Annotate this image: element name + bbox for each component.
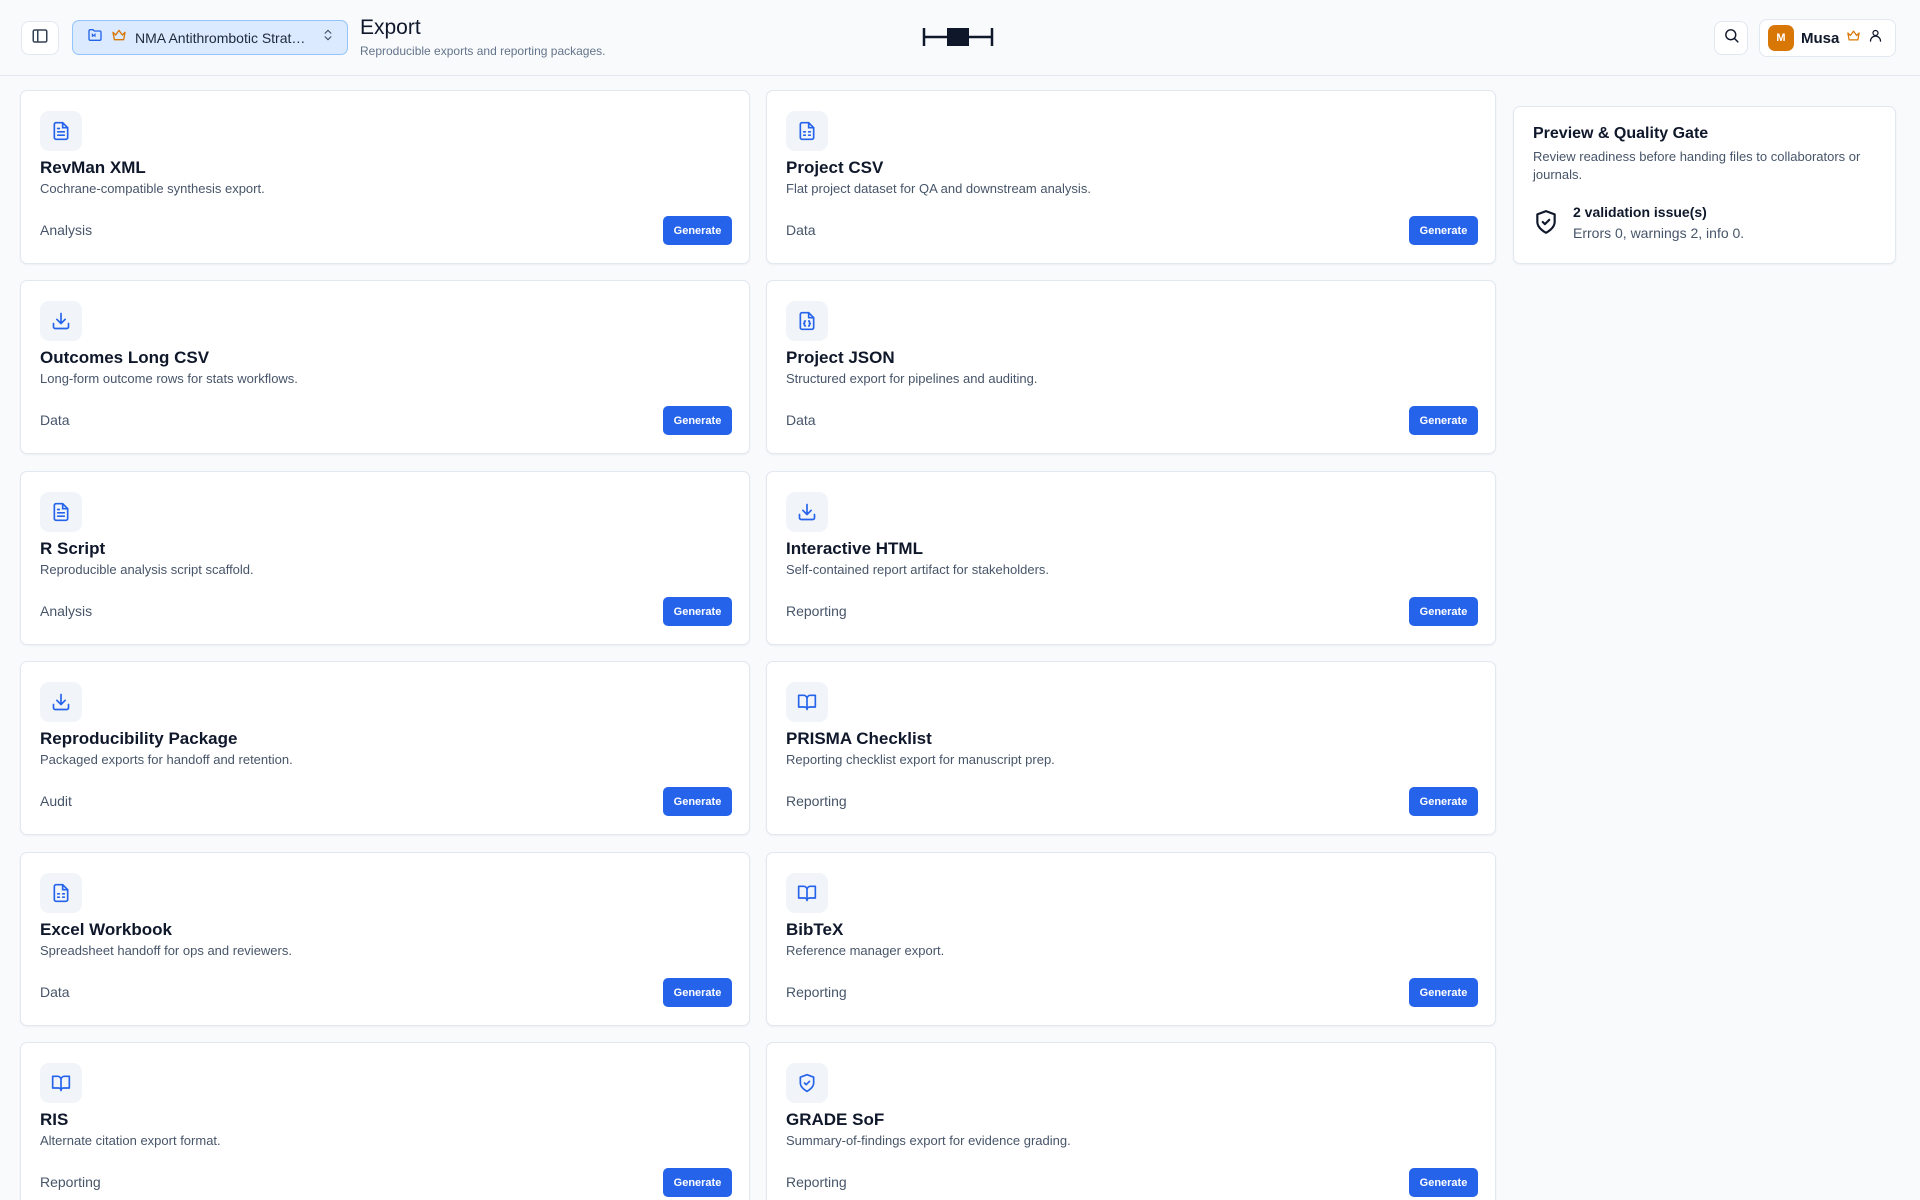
card-title: RIS: [40, 1110, 69, 1129]
generate-button[interactable]: Generate: [663, 406, 732, 435]
project-selector[interactable]: NMA Antithrombotic Strateg...: [72, 20, 348, 55]
card-category: Data: [40, 412, 70, 428]
validation-issues-count: 2 validation issue(s): [1573, 204, 1707, 220]
export-card-ris: RIS Alternate citation export format. Re…: [20, 1042, 750, 1200]
card-description: Summary-of-findings export for evidence …: [786, 1133, 1071, 1148]
page-heading: Export Reproducible exports and reportin…: [360, 16, 605, 58]
card-category: Audit: [40, 793, 72, 809]
generate-button[interactable]: Generate: [1409, 787, 1478, 816]
card-category: Reporting: [786, 1174, 847, 1190]
download-icon: [786, 492, 828, 532]
page-title: Export: [360, 16, 421, 39]
card-title: Excel Workbook: [40, 920, 172, 939]
card-title: Project CSV: [786, 158, 884, 177]
preview-quality-gate-panel: Preview & Quality Gate Review readiness …: [1513, 106, 1896, 264]
book-open-icon: [786, 873, 828, 913]
chevrons-up-down-icon: [321, 28, 335, 47]
export-card-outcomes-long-csv: Outcomes Long CSV Long-form outcome rows…: [20, 280, 750, 454]
export-card-r-script: R Script Reproducible analysis script sc…: [20, 471, 750, 645]
export-card-project-csv: Project CSV Flat project dataset for QA …: [766, 90, 1496, 264]
card-category: Reporting: [786, 984, 847, 1000]
card-title: Project JSON: [786, 348, 895, 367]
card-description: Reproducible analysis script scaffold.: [40, 562, 254, 577]
generate-button[interactable]: Generate: [1409, 597, 1478, 626]
user-name: Musa: [1801, 29, 1840, 47]
file-text-icon: [40, 111, 82, 151]
search-button[interactable]: [1714, 21, 1748, 55]
card-description: Reporting checklist export for manuscrip…: [786, 752, 1055, 767]
sidebar-toggle-button[interactable]: [21, 21, 59, 55]
card-title: PRISMA Checklist: [786, 729, 932, 748]
generate-button[interactable]: Generate: [1409, 406, 1478, 435]
card-title: Reproducibility Package: [40, 729, 238, 748]
card-category: Data: [786, 222, 816, 238]
generate-button[interactable]: Generate: [663, 1168, 732, 1197]
export-card-interactive-html: Interactive HTML Self-contained report a…: [766, 471, 1496, 645]
file-spreadsheet-icon: [786, 111, 828, 151]
generate-button[interactable]: Generate: [1409, 1168, 1478, 1197]
generate-button[interactable]: Generate: [663, 787, 732, 816]
project-name: NMA Antithrombotic Strateg...: [135, 29, 313, 46]
card-title: RevMan XML: [40, 158, 146, 177]
crown-icon: [1846, 28, 1861, 48]
generate-button[interactable]: Generate: [663, 216, 732, 245]
page-subtitle: Reproducible exports and reporting packa…: [360, 44, 606, 58]
card-category: Analysis: [40, 603, 93, 619]
card-title: BibTeX: [786, 920, 844, 939]
export-card-bibtex: BibTeX Reference manager export. Reporti…: [766, 852, 1496, 1026]
panel-title: Preview & Quality Gate: [1533, 125, 1709, 142]
card-title: GRADE SoF: [786, 1110, 885, 1129]
page-scrollbar[interactable]: [1905, 76, 1920, 1200]
panel-left-icon: [31, 27, 49, 50]
card-description: Alternate citation export format.: [40, 1133, 221, 1148]
card-category: Analysis: [40, 222, 93, 238]
export-card-project-json: Project JSON Structured export for pipel…: [766, 280, 1496, 454]
export-card-excel-workbook: Excel Workbook Spreadsheet handoff for o…: [20, 852, 750, 1026]
file-text-icon: [40, 492, 82, 532]
export-card-prisma-checklist: PRISMA Checklist Reporting checklist exp…: [766, 661, 1496, 835]
card-description: Structured export for pipelines and audi…: [786, 371, 1038, 386]
file-spreadsheet-icon: [40, 873, 82, 913]
card-description: Long-form outcome rows for stats workflo…: [40, 371, 298, 386]
shield-check-icon: [786, 1063, 828, 1103]
card-description: Cochrane-compatible synthesis export.: [40, 181, 265, 196]
validation-issues-detail: Errors 0, warnings 2, info 0.: [1573, 225, 1745, 241]
top-bar: NMA Antithrombotic Strateg... Export Rep…: [0, 0, 1920, 76]
card-category: Data: [40, 984, 70, 1000]
card-category: Data: [786, 412, 816, 428]
file-json-icon: [786, 301, 828, 341]
card-description: Spreadsheet handoff for ops and reviewer…: [40, 943, 292, 958]
shield-check-icon: [1533, 209, 1559, 240]
card-title: R Script: [40, 539, 106, 558]
book-open-icon: [40, 1063, 82, 1103]
generate-button[interactable]: Generate: [1409, 216, 1478, 245]
app-logo: [922, 24, 994, 50]
card-title: Interactive HTML: [786, 539, 923, 558]
search-icon: [1723, 27, 1740, 49]
card-category: Reporting: [40, 1174, 101, 1190]
export-card-revman-xml: RevMan XML Cochrane-compatible synthesis…: [20, 90, 750, 264]
export-card-grade-sof: GRADE SoF Summary-of-findings export for…: [766, 1042, 1496, 1200]
user-menu-button[interactable]: M Musa: [1759, 19, 1896, 57]
card-description: Reference manager export.: [786, 943, 945, 958]
download-icon: [40, 682, 82, 722]
crown-icon: [111, 27, 127, 48]
folder-icon: [87, 27, 103, 48]
card-category: Reporting: [786, 793, 847, 809]
card-description: Self-contained report artifact for stake…: [786, 562, 1050, 577]
card-description: Packaged exports for handoff and retenti…: [40, 752, 293, 767]
avatar: M: [1768, 25, 1794, 51]
export-card-reproducibility-package: Reproducibility Package Packaged exports…: [20, 661, 750, 835]
generate-button[interactable]: Generate: [663, 978, 732, 1007]
book-open-icon: [786, 682, 828, 722]
download-icon: [40, 301, 82, 341]
generate-button[interactable]: Generate: [663, 597, 732, 626]
card-description: Flat project dataset for QA and downstre…: [786, 181, 1091, 196]
card-category: Reporting: [786, 603, 847, 619]
card-title: Outcomes Long CSV: [40, 348, 210, 367]
panel-description: Review readiness before handing files to…: [1533, 149, 1861, 182]
generate-button[interactable]: Generate: [1409, 978, 1478, 1007]
user-icon: [1868, 28, 1883, 48]
